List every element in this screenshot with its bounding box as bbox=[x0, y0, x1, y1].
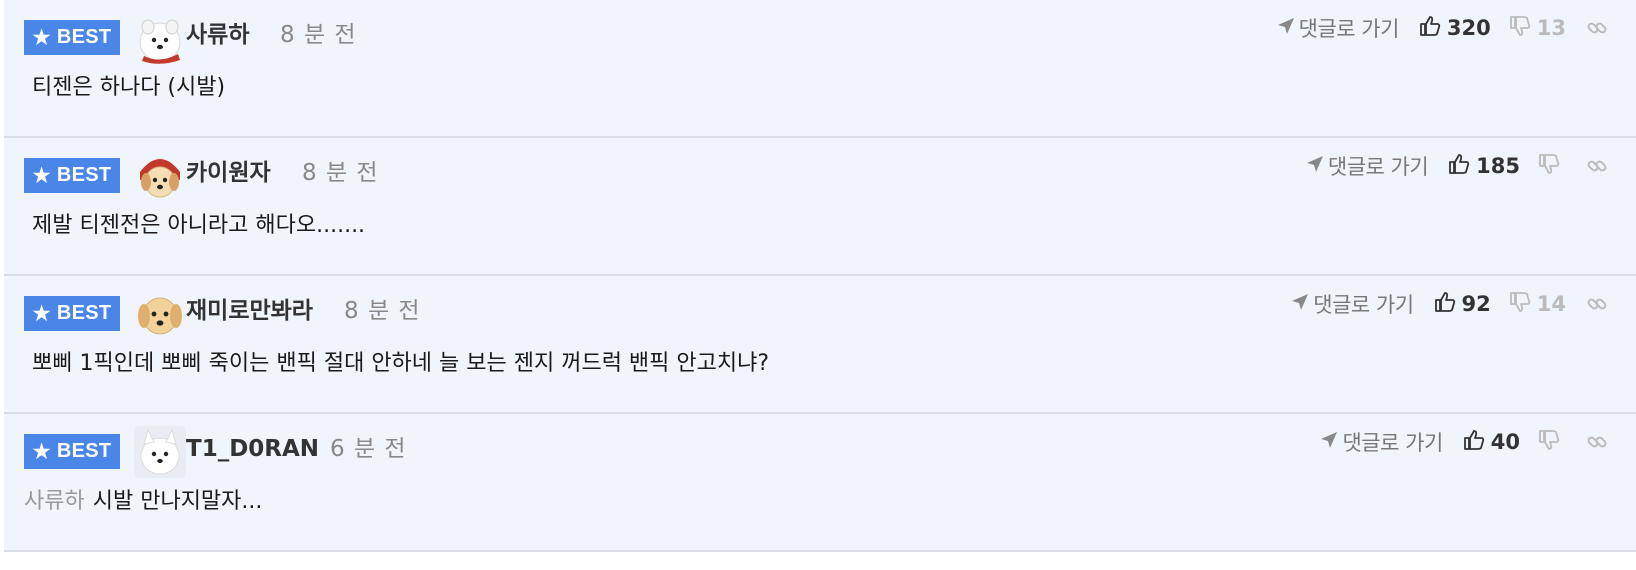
comment-list: ★ BEST 사류하 8 분 전 댓글로 가기 320 13 티젠은 하나다 (… bbox=[0, 0, 1636, 570]
dislike-count: 13 bbox=[1536, 16, 1566, 40]
thumbs-down-icon bbox=[1509, 15, 1531, 42]
thumbs-down-icon bbox=[1509, 291, 1531, 318]
avatar[interactable] bbox=[134, 150, 186, 202]
best-badge: ★ BEST bbox=[24, 20, 120, 55]
comment-actions: 댓글로 가기 92 14 bbox=[1291, 287, 1608, 321]
goto-comment-button[interactable]: 댓글로 가기 bbox=[1306, 151, 1429, 181]
comment-actions: 댓글로 가기 40 bbox=[1320, 425, 1608, 459]
avatar[interactable] bbox=[134, 426, 186, 478]
goto-comment-button[interactable]: 댓글로 가기 bbox=[1277, 13, 1399, 43]
username[interactable]: 카이원자 bbox=[186, 156, 271, 190]
star-icon: ★ bbox=[32, 164, 51, 187]
like-button[interactable]: 40 bbox=[1463, 429, 1520, 456]
thumbs-up-icon bbox=[1434, 291, 1456, 318]
best-badge-label: BEST bbox=[56, 302, 112, 324]
timestamp: 8 분 전 bbox=[280, 22, 357, 48]
goto-comment-label: 댓글로 가기 bbox=[1313, 293, 1414, 317]
avatar[interactable] bbox=[134, 12, 186, 64]
username[interactable]: 사류하 bbox=[186, 18, 249, 52]
best-badge: ★ BEST bbox=[24, 296, 120, 331]
link-icon[interactable] bbox=[1586, 155, 1608, 177]
comment-item: ★ BEST 사류하 8 분 전 댓글로 가기 320 13 티젠은 하나다 (… bbox=[4, 0, 1636, 138]
like-button[interactable]: 92 bbox=[1434, 291, 1491, 318]
like-count: 92 bbox=[1461, 292, 1491, 316]
goto-comment-button[interactable]: 댓글로 가기 bbox=[1320, 427, 1443, 457]
dislike-count: 14 bbox=[1536, 292, 1566, 316]
like-count: 40 bbox=[1490, 430, 1520, 454]
thumbs-down-icon bbox=[1538, 153, 1560, 180]
like-button[interactable]: 320 bbox=[1419, 15, 1491, 42]
comment-body: 뽀삐 1픽인데 뽀삐 죽이는 밴픽 절대 안하네 늘 보는 젠지 꺼드럭 밴픽 … bbox=[24, 346, 769, 382]
comment-item: ★ BEST 재미로만봐라 8 분 전 댓글로 가기 92 14 뽀삐 1픽인데… bbox=[4, 276, 1636, 414]
thumbs-up-icon bbox=[1419, 15, 1441, 42]
goto-comment-label: 댓글로 가기 bbox=[1327, 155, 1429, 179]
best-badge-label: BEST bbox=[56, 26, 112, 48]
star-icon: ★ bbox=[32, 440, 51, 463]
goto-comment-label: 댓글로 가기 bbox=[1298, 17, 1400, 41]
comment-text: 뽀삐 1픽인데 뽀삐 죽이는 밴픽 절대 안하네 늘 보는 젠지 꺼드럭 밴픽 … bbox=[32, 351, 770, 376]
send-arrow-icon bbox=[1320, 430, 1338, 454]
best-badge-label: BEST bbox=[56, 440, 112, 462]
like-button[interactable]: 185 bbox=[1448, 153, 1520, 180]
link-icon[interactable] bbox=[1586, 431, 1608, 453]
comment-item: ★ BEST T1_D0RAN 6 분 전 댓글로 가기 40 사류하 시발 만… bbox=[4, 414, 1636, 552]
send-arrow-icon bbox=[1277, 16, 1295, 40]
thumbs-down-icon bbox=[1538, 429, 1560, 456]
like-count: 185 bbox=[1476, 154, 1520, 178]
goto-comment-button[interactable]: 댓글로 가기 bbox=[1291, 289, 1414, 319]
best-badge: ★ BEST bbox=[24, 434, 120, 469]
comment-actions: 댓글로 가기 185 bbox=[1306, 149, 1608, 183]
username[interactable]: T1_D0RAN bbox=[186, 432, 319, 466]
dislike-button[interactable]: 14 bbox=[1509, 291, 1566, 318]
link-icon[interactable] bbox=[1586, 293, 1608, 315]
dislike-button[interactable] bbox=[1538, 153, 1566, 180]
best-badge: ★ BEST bbox=[24, 158, 120, 193]
comment-text: 티젠은 하나다 (시발) bbox=[32, 75, 226, 100]
dislike-button[interactable]: 13 bbox=[1509, 15, 1566, 42]
thumbs-up-icon bbox=[1463, 429, 1485, 456]
timestamp: 8 분 전 bbox=[344, 298, 421, 324]
comment-text: 시발 만나지말자... bbox=[92, 489, 263, 514]
comment-actions: 댓글로 가기 320 13 bbox=[1277, 11, 1608, 45]
comment-body: 제발 티젠전은 아니라고 해다오....... bbox=[24, 208, 365, 244]
star-icon: ★ bbox=[32, 302, 51, 325]
star-icon: ★ bbox=[32, 26, 51, 49]
goto-comment-label: 댓글로 가기 bbox=[1342, 431, 1443, 455]
comment-body: 티젠은 하나다 (시발) bbox=[24, 70, 225, 106]
comment-body: 사류하 시발 만나지말자... bbox=[24, 484, 262, 520]
timestamp: 8 분 전 bbox=[302, 160, 379, 186]
comment-text: 제발 티젠전은 아니라고 해다오....... bbox=[32, 213, 366, 238]
mention-username[interactable]: 사류하 bbox=[24, 489, 85, 514]
avatar[interactable] bbox=[134, 288, 186, 340]
dislike-button[interactable] bbox=[1538, 429, 1566, 456]
send-arrow-icon bbox=[1306, 154, 1324, 178]
like-count: 320 bbox=[1446, 16, 1491, 40]
username[interactable]: 재미로만봐라 bbox=[186, 294, 313, 328]
timestamp: 6 분 전 bbox=[330, 436, 407, 462]
comment-item: ★ BEST 카이원자 8 분 전 댓글로 가기 185 제발 티젠전은 아니라… bbox=[4, 138, 1636, 276]
send-arrow-icon bbox=[1291, 292, 1309, 316]
best-badge-label: BEST bbox=[56, 164, 112, 186]
link-icon[interactable] bbox=[1586, 17, 1608, 39]
thumbs-up-icon bbox=[1448, 153, 1470, 180]
